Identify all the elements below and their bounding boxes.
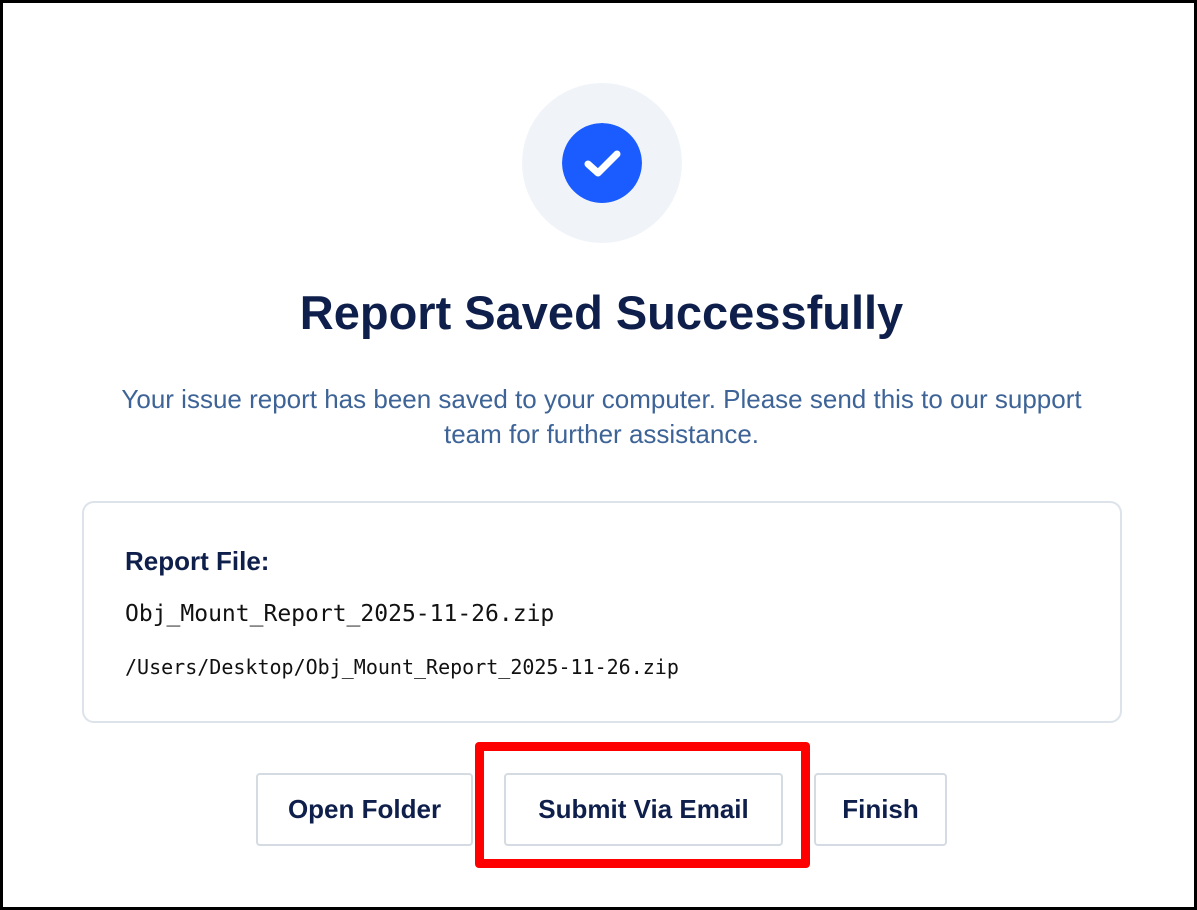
check-circle-icon (562, 123, 642, 203)
report-file-path: /Users/Desktop/Obj_Mount_Report_2025-11-… (125, 655, 679, 679)
dialog-window: Report Saved Successfully Your issue rep… (0, 0, 1197, 910)
report-file-name: Obj_Mount_Report_2025-11-26.zip (125, 601, 555, 627)
submit-via-email-button[interactable]: Submit Via Email (504, 773, 783, 846)
dialog-message: Your issue report has been saved to your… (121, 384, 1082, 449)
success-icon-halo (522, 83, 682, 243)
report-file-card: Report File: Obj_Mount_Report_2025-11-26… (82, 501, 1122, 723)
dialog-title: Report Saved Successfully (299, 286, 904, 339)
report-file-label: Report File: (125, 546, 270, 576)
open-folder-button[interactable]: Open Folder (256, 773, 473, 846)
finish-button[interactable]: Finish (814, 773, 947, 846)
